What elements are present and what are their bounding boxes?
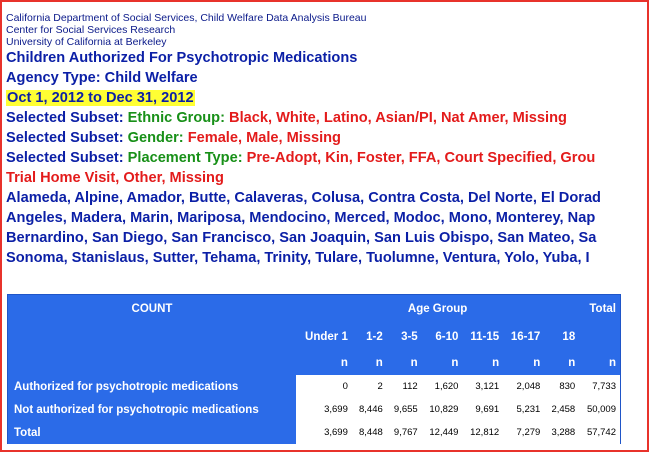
table-cell: 10,829 <box>421 398 463 421</box>
table-cell: 8,446 <box>351 398 387 421</box>
table-cell: 112 <box>386 375 422 398</box>
col-1-2: 1-2 <box>366 331 383 343</box>
unit-label: n <box>533 357 541 369</box>
subset-placement: Selected Subset: Placement Type: Pre-Ado… <box>6 150 596 166</box>
table-cell: 12,812 <box>462 421 504 444</box>
table-cell: 2,048 <box>503 375 545 398</box>
unit-label: n <box>492 357 500 369</box>
report-header: California Department of Social Services… <box>6 12 646 268</box>
table-cell: 9,655 <box>386 398 422 421</box>
total-header: Total <box>589 303 616 315</box>
county-line: Alameda, Alpine, Amador, Butte, Calavera… <box>6 190 601 206</box>
table-cell: 9,767 <box>386 421 422 444</box>
date-range: Oct 1, 2012 to Dec 31, 2012 <box>6 90 195 106</box>
subset-placement-cont: Trial Home Visit, Other, Missing <box>6 170 224 186</box>
org-line: California Department of Social Services… <box>6 12 367 24</box>
agency-type: Agency Type: Child Welfare <box>6 70 198 86</box>
report-title: Children Authorized For Psychotropic Med… <box>6 50 358 66</box>
table-cell: 7,279 <box>503 421 545 444</box>
table-cell: 3,699 <box>296 421 352 444</box>
row-label: Not authorized for psychotropic medicati… <box>8 398 296 421</box>
table-cell: 57,742 <box>579 421 620 444</box>
table-row: Not authorized for psychotropic medicati… <box>8 398 620 421</box>
row-label: Authorized for psychotropic medications <box>8 375 296 398</box>
table-cell: 8,448 <box>351 421 387 444</box>
row-label: Total <box>8 421 296 444</box>
table-cell: 7,733 <box>579 375 620 398</box>
report-frame: California Department of Social Services… <box>0 0 649 452</box>
unit-label: n <box>451 357 459 369</box>
org-line: University of California at Berkeley <box>6 36 167 48</box>
age-group-header: Age Group <box>407 303 468 315</box>
col-under-1: Under 1 <box>305 331 348 343</box>
table-row: Total 3,699 8,448 9,767 12,449 12,812 7,… <box>8 421 620 444</box>
county-line: Angeles, Madera, Marin, Mariposa, Mendoc… <box>6 210 596 226</box>
county-line: Bernardino, San Diego, San Francisco, Sa… <box>6 230 597 246</box>
table-cell: 2,458 <box>544 398 580 421</box>
unit-label: n <box>375 357 383 369</box>
col-18: 18 <box>562 331 576 343</box>
table-cell: 3,288 <box>544 421 580 444</box>
col-16-17: 16-17 <box>510 331 541 343</box>
table-cell: 1,620 <box>421 375 463 398</box>
count-header: COUNT <box>131 303 173 315</box>
table-row: Authorized for psychotropic medications … <box>8 375 620 398</box>
results-table: COUNT Age Group Total Under 1 1-2 3-5 6-… <box>7 294 621 444</box>
subset-ethnic: Selected Subset: Ethnic Group: Black, Wh… <box>6 110 567 126</box>
unit-label: n <box>340 357 348 369</box>
table-cell: 2 <box>351 375 387 398</box>
col-6-10: 6-10 <box>435 331 459 343</box>
unit-label: n <box>410 357 418 369</box>
col-3-5: 3-5 <box>401 331 418 343</box>
unit-label: n <box>568 357 576 369</box>
table-cell: 9,691 <box>462 398 504 421</box>
table-cell: 0 <box>296 375 352 398</box>
subset-gender: Selected Subset: Gender: Female, Male, M… <box>6 130 341 146</box>
table-cell: 5,231 <box>503 398 545 421</box>
table-cell: 3,121 <box>462 375 504 398</box>
col-11-15: 11-15 <box>470 331 500 343</box>
table-cell: 3,699 <box>296 398 352 421</box>
table-cell: 830 <box>544 375 580 398</box>
unit-label: n <box>608 357 616 369</box>
county-line: Sonoma, Stanislaus, Sutter, Tehama, Trin… <box>6 250 590 266</box>
table-cell: 12,449 <box>421 421 463 444</box>
table-cell: 50,009 <box>579 398 620 421</box>
org-line: Center for Social Services Research <box>6 24 176 36</box>
